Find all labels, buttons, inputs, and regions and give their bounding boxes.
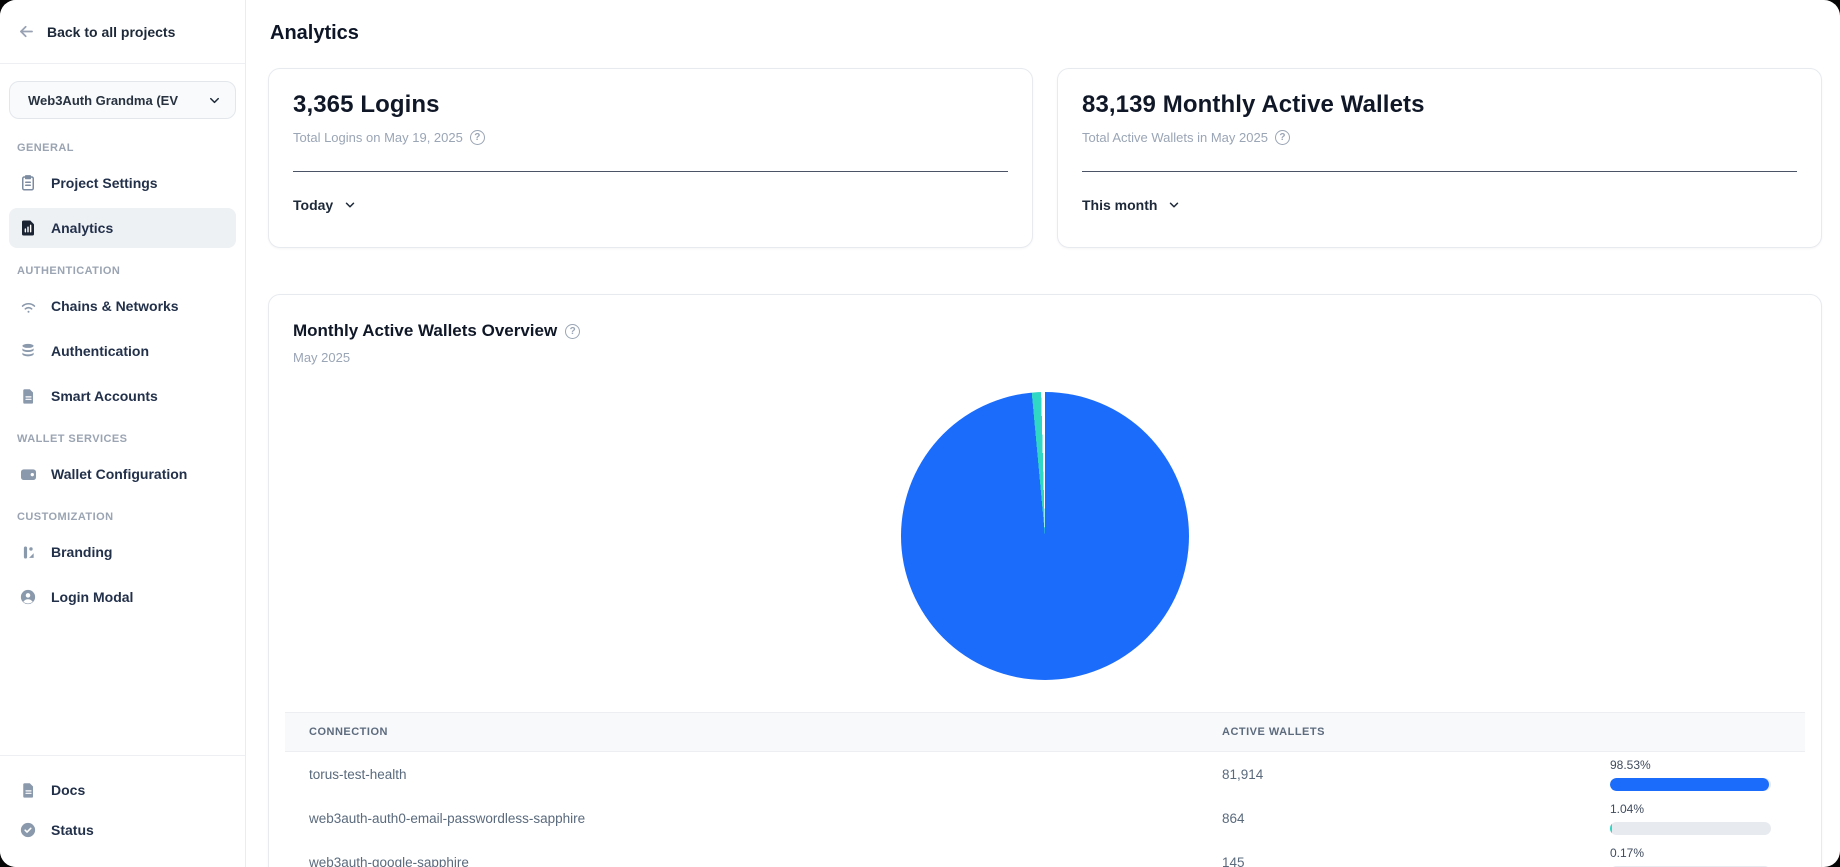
brush-icon	[18, 542, 38, 562]
help-icon[interactable]: ?	[470, 130, 485, 145]
sidebar-item-status[interactable]: Status	[9, 811, 236, 849]
mau-overview-card: Monthly Active Wallets Overview ? May 20…	[268, 294, 1822, 867]
status-check-icon	[18, 820, 38, 840]
table-row: torus-test-health 81,914 98.53%	[285, 752, 1805, 796]
wifi-icon	[18, 296, 38, 316]
sidebar-item-label: Smart Accounts	[51, 388, 158, 404]
range-label: Today	[293, 197, 333, 213]
stats-row: 3,365 Logins Total Logins on May 19, 202…	[268, 68, 1822, 248]
sidebar-footer: Docs Status	[0, 755, 245, 867]
sidebar-item-project-settings[interactable]: Project Settings	[9, 163, 236, 203]
back-to-projects-button[interactable]: Back to all projects	[0, 0, 245, 64]
sidebar: Back to all projects Web3Auth Grandma (E…	[0, 0, 246, 867]
sidebar-item-authentication[interactable]: Authentication	[9, 331, 236, 371]
sidebar-item-analytics[interactable]: Analytics	[9, 208, 236, 248]
percent-bar	[1610, 822, 1771, 835]
logins-subtitle: Total Logins on May 19, 2025	[293, 130, 463, 145]
range-label: This month	[1082, 197, 1157, 213]
section-label-authentication: AUTHENTICATION	[17, 265, 236, 277]
mau-value: 83,139 Monthly Active Wallets	[1082, 91, 1797, 119]
stat-divider	[293, 171, 1008, 172]
sidebar-item-branding[interactable]: Branding	[9, 532, 236, 572]
connections-table: CONNECTION ACTIVE WALLETS torus-test-hea…	[285, 712, 1805, 867]
clipboard-icon	[18, 173, 38, 193]
section-label-customization: CUSTOMIZATION	[17, 511, 236, 523]
sidebar-item-smart-accounts[interactable]: Smart Accounts	[9, 376, 236, 416]
database-icon	[18, 341, 38, 361]
project-selector[interactable]: Web3Auth Grandma (EV	[9, 81, 236, 119]
docs-icon	[18, 780, 38, 800]
section-label-wallet-services: WALLET SERVICES	[17, 433, 236, 445]
help-icon[interactable]: ?	[565, 324, 580, 339]
chevron-down-icon	[343, 198, 357, 212]
sidebar-item-label: Login Modal	[51, 589, 133, 605]
file-icon	[18, 386, 38, 406]
section-label-general: GENERAL	[17, 142, 236, 154]
app-window: Back to all projects Web3Auth Grandma (E…	[0, 0, 1840, 867]
logins-stat-card: 3,365 Logins Total Logins on May 19, 202…	[268, 68, 1033, 248]
chevron-down-icon	[1167, 198, 1181, 212]
connection-name: torus-test-health	[309, 767, 1222, 782]
table-row: web3auth-auth0-email-passwordless-sapphi…	[285, 796, 1805, 840]
mau-pie-chart	[901, 392, 1189, 680]
page-title: Analytics	[270, 22, 1822, 45]
sidebar-item-wallet-configuration[interactable]: Wallet Configuration	[9, 454, 236, 494]
active-wallets-count: 864	[1222, 811, 1610, 826]
mau-subtitle: Total Active Wallets in May 2025	[1082, 130, 1268, 145]
main-content: Analytics 3,365 Logins Total Logins on M…	[246, 0, 1840, 867]
mau-stat-card: 83,139 Monthly Active Wallets Total Acti…	[1057, 68, 1822, 248]
connection-name: web3auth-auth0-email-passwordless-sapphi…	[309, 811, 1222, 826]
table-row: web3auth-google-sapphire 145 0.17%	[285, 840, 1805, 867]
percent-label: 1.04%	[1610, 802, 1781, 816]
project-selector-value: Web3Auth Grandma (EV	[28, 93, 178, 108]
active-wallets-count: 145	[1222, 855, 1610, 867]
overview-subtitle: May 2025	[293, 350, 1797, 365]
user-circle-icon	[18, 587, 38, 607]
analytics-icon	[18, 218, 38, 238]
sidebar-item-label: Wallet Configuration	[51, 466, 187, 482]
connection-name: web3auth-google-sapphire	[309, 855, 1222, 867]
sidebar-item-chains-networks[interactable]: Chains & Networks	[9, 286, 236, 326]
sidebar-item-label: Branding	[51, 544, 112, 560]
stat-divider	[1082, 171, 1797, 172]
sidebar-item-label: Project Settings	[51, 175, 158, 191]
overview-title: Monthly Active Wallets Overview	[293, 321, 557, 341]
sidebar-nav: GENERAL Project Settings Analytics AUTHE…	[0, 125, 245, 622]
sidebar-item-label: Authentication	[51, 343, 149, 359]
logins-range-dropdown[interactable]: Today	[293, 197, 357, 213]
sidebar-item-label: Status	[51, 822, 94, 838]
back-to-projects-label: Back to all projects	[47, 24, 175, 40]
help-icon[interactable]: ?	[1275, 130, 1290, 145]
arrow-left-icon	[17, 22, 36, 41]
table-header: CONNECTION ACTIVE WALLETS	[285, 712, 1805, 752]
column-header-connection: CONNECTION	[309, 726, 1222, 738]
percent-bar	[1610, 778, 1771, 791]
sidebar-item-label: Chains & Networks	[51, 298, 179, 314]
wallet-icon	[18, 464, 38, 484]
active-wallets-count: 81,914	[1222, 767, 1610, 782]
sidebar-item-docs[interactable]: Docs	[9, 771, 236, 809]
column-header-active-wallets: ACTIVE WALLETS	[1222, 726, 1610, 738]
logins-value: 3,365 Logins	[293, 91, 1008, 119]
sidebar-item-label: Analytics	[51, 220, 113, 236]
mau-range-dropdown[interactable]: This month	[1082, 197, 1181, 213]
chevron-down-icon	[207, 93, 222, 108]
percent-label: 98.53%	[1610, 758, 1781, 772]
percent-label: 0.17%	[1610, 846, 1781, 860]
sidebar-item-label: Docs	[51, 782, 85, 798]
sidebar-item-login-modal[interactable]: Login Modal	[9, 577, 236, 617]
